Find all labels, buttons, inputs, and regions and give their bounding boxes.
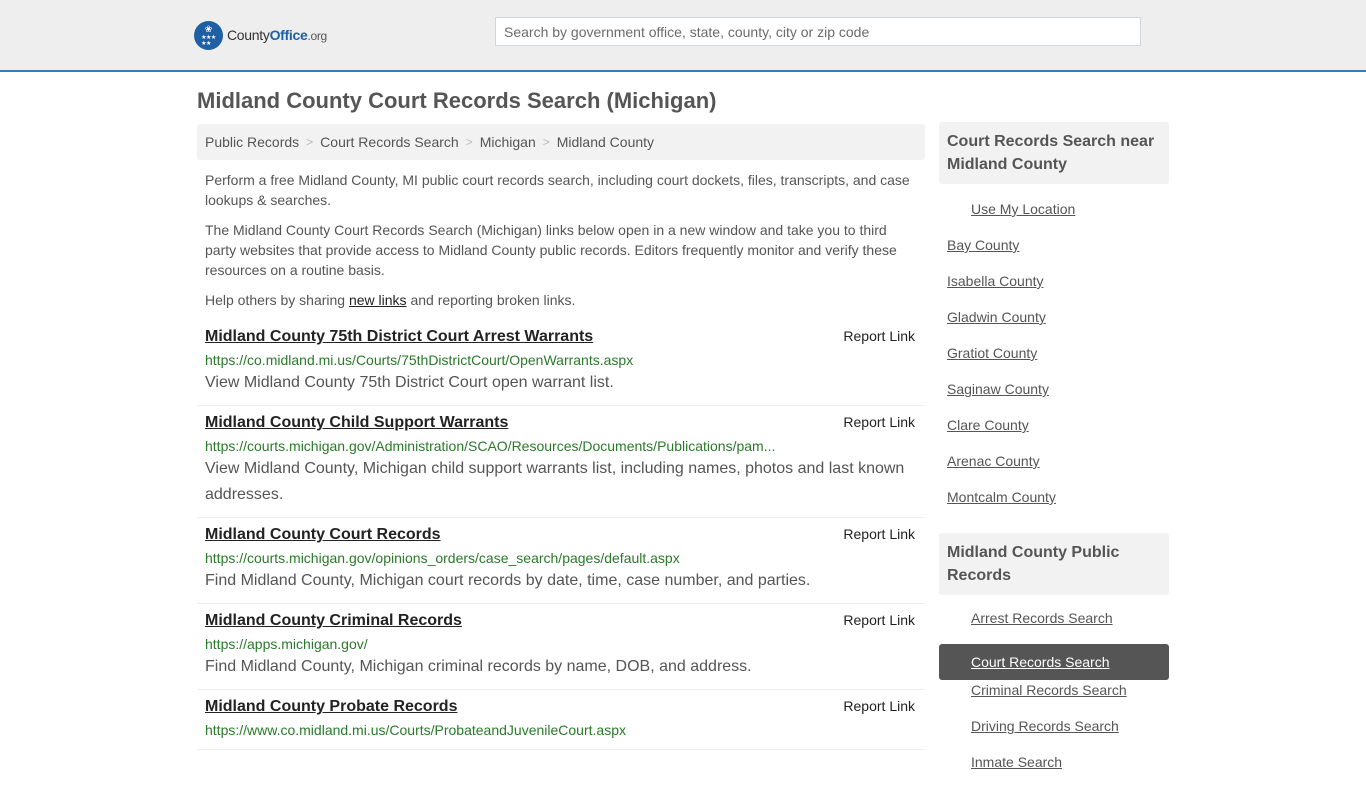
county-link-montcalm[interactable]: Montcalm County — [939, 489, 1056, 505]
result-description: View Midland County 75th District Court … — [205, 374, 614, 391]
site-logo[interactable]: ❀ ★★★ ★★ CountyOffice.org — [194, 20, 327, 50]
site-search-input[interactable] — [495, 17, 1141, 46]
breadcrumb-michigan[interactable]: Michigan — [480, 134, 536, 150]
intro-help-text: Help others by sharing — [205, 292, 349, 308]
arrest-records-search-link[interactable]: Arrest Records Search — [939, 610, 1113, 626]
public-records-item: Inmate Search — [939, 752, 1169, 788]
result-title-link[interactable]: Midland County 75th District Court Arres… — [205, 326, 593, 348]
public-records-item: Arrest Records Search — [939, 608, 1169, 644]
result-item: Midland County 75th District Court Arres… — [197, 320, 925, 406]
result-url: https://co.midland.mi.us/Courts/75thDist… — [205, 352, 634, 368]
public-records-item: Criminal Records Search — [939, 680, 1169, 716]
county-link-clare[interactable]: Clare County — [939, 417, 1029, 433]
report-link-button[interactable]: Report Link — [843, 698, 915, 714]
main-content: Public Records > Court Records Search > … — [197, 124, 925, 750]
breadcrumb-midland-county[interactable]: Midland County — [557, 134, 654, 150]
public-records-heading: Midland County Public Records — [939, 533, 1169, 595]
county-link-arenac[interactable]: Arenac County — [939, 453, 1040, 469]
result-description: View Midland County, Michigan child supp… — [205, 460, 905, 503]
driving-records-search-link[interactable]: Driving Records Search — [939, 718, 1119, 734]
new-links-link[interactable]: new links — [349, 292, 407, 308]
result-url: https://apps.michigan.gov/ — [205, 636, 368, 652]
report-link-button[interactable]: Report Link — [843, 612, 915, 628]
nearby-county-item: Gladwin County — [939, 307, 1169, 343]
nearby-county-item: Saginaw County — [939, 379, 1169, 415]
result-title-link[interactable]: Midland County Criminal Records — [205, 610, 462, 632]
result-url: https://courts.michigan.gov/Administrati… — [205, 438, 776, 454]
result-url: https://courts.michigan.gov/opinions_ord… — [205, 550, 680, 566]
eagle-stars-badge-icon: ❀ ★★★ ★★ — [194, 20, 223, 50]
intro-paragraph-2: The Midland County Court Records Search … — [205, 222, 897, 278]
result-url: https://www.co.midland.mi.us/Courts/Prob… — [205, 722, 626, 738]
intro-paragraph-1: Perform a free Midland County, MI public… — [205, 172, 910, 208]
result-description: Find Midland County, Michigan court reco… — [205, 572, 811, 589]
court-records-search-link[interactable]: Court Records Search — [939, 654, 1110, 670]
report-link-button[interactable]: Report Link — [843, 414, 915, 430]
intro-help-text-end: and reporting broken links. — [406, 292, 576, 308]
result-item: Midland County Child Support Warrants Re… — [197, 406, 925, 518]
use-my-location-link[interactable]: Use My Location — [939, 201, 1075, 217]
nearby-county-list: Use My Location Bay County Isabella Coun… — [939, 184, 1169, 531]
county-link-bay[interactable]: Bay County — [939, 237, 1019, 253]
breadcrumb-separator-icon: > — [306, 135, 314, 149]
breadcrumb-separator-icon: > — [542, 135, 550, 149]
result-title-link[interactable]: Midland County Child Support Warrants — [205, 412, 508, 434]
site-header: ❀ ★★★ ★★ CountyOffice.org — [0, 0, 1366, 72]
breadcrumb-separator-icon: > — [465, 135, 473, 149]
nearby-county-item: Clare County — [939, 415, 1169, 451]
use-my-location-item: Use My Location — [939, 199, 1169, 235]
result-item: Midland County Criminal Records Report L… — [197, 604, 925, 690]
county-link-isabella[interactable]: Isabella County — [939, 273, 1044, 289]
county-link-gladwin[interactable]: Gladwin County — [939, 309, 1046, 325]
page-title: Midland County Court Records Search (Mic… — [197, 88, 717, 113]
breadcrumb-court-records-search[interactable]: Court Records Search — [320, 134, 459, 150]
logo-text: CountyOffice.org — [227, 27, 327, 43]
result-item: Midland County Court Records Report Link… — [197, 518, 925, 604]
nearby-county-item: Arenac County — [939, 451, 1169, 487]
report-link-button[interactable]: Report Link — [843, 328, 915, 344]
intro-paragraph-3: Help others by sharing new links and rep… — [205, 290, 917, 310]
public-records-list: Arrest Records Search Court Records Sear… — [939, 595, 1169, 796]
result-item: Midland County Probate Records Report Li… — [197, 690, 925, 750]
breadcrumb: Public Records > Court Records Search > … — [197, 124, 925, 160]
breadcrumb-public-records[interactable]: Public Records — [205, 134, 299, 150]
report-link-button[interactable]: Report Link — [843, 526, 915, 542]
nearby-heading: Court Records Search near Midland County — [939, 122, 1169, 184]
intro-text: Perform a free Midland County, MI public… — [197, 160, 925, 310]
public-records-item-active: Court Records Search — [939, 644, 1169, 680]
nearby-county-item: Montcalm County — [939, 487, 1169, 523]
county-link-gratiot[interactable]: Gratiot County — [939, 345, 1037, 361]
result-description: Find Midland County, Michigan criminal r… — [205, 658, 752, 675]
result-title-link[interactable]: Midland County Probate Records — [205, 696, 457, 718]
county-link-saginaw[interactable]: Saginaw County — [939, 381, 1049, 397]
nearby-county-item: Bay County — [939, 235, 1169, 271]
criminal-records-search-link[interactable]: Criminal Records Search — [939, 682, 1127, 698]
nearby-county-item: Gratiot County — [939, 343, 1169, 379]
result-title-link[interactable]: Midland County Court Records — [205, 524, 441, 546]
results-list: Midland County 75th District Court Arres… — [197, 320, 925, 750]
sidebar: Court Records Search near Midland County… — [939, 122, 1169, 796]
nearby-county-item: Isabella County — [939, 271, 1169, 307]
public-records-item: Driving Records Search — [939, 716, 1169, 752]
